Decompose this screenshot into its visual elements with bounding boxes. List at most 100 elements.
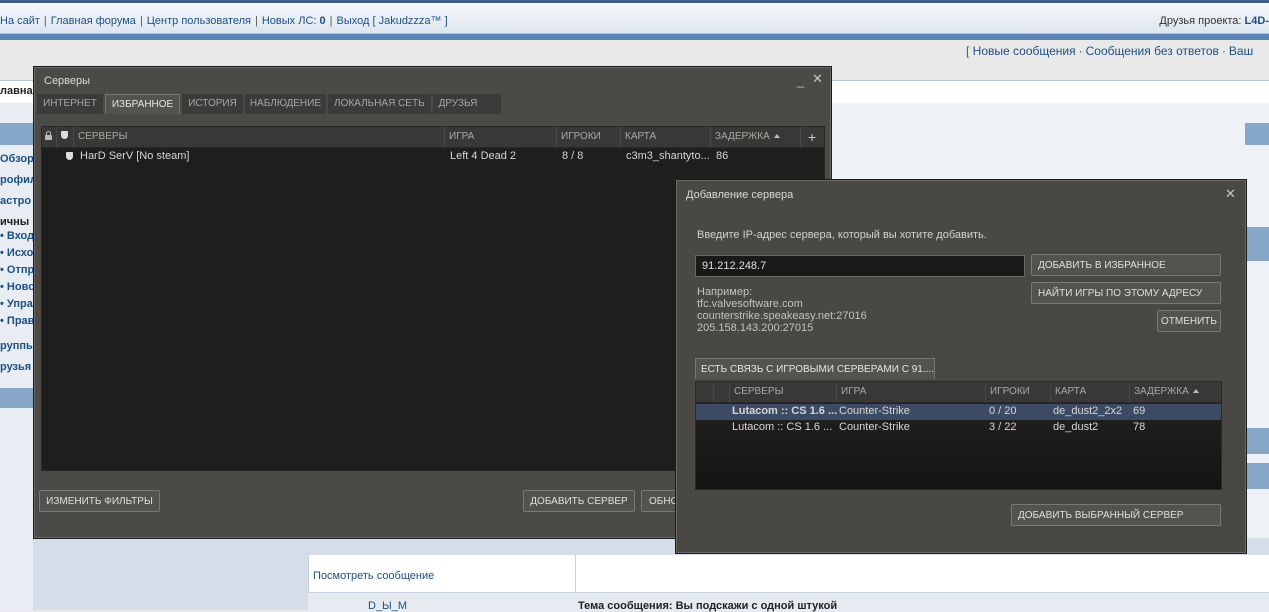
link-view-message[interactable]: Посмотреть сообщение xyxy=(313,570,434,582)
col-game[interactable]: ИГРА xyxy=(444,127,556,147)
servers-tabs: ИНТЕРНЕТ ИЗБРАННОЕ ИСТОРИЯ НАБЛЮДЕНИЕ ЛО… xyxy=(37,94,503,114)
friends-label: Друзья проекта: xyxy=(1159,15,1242,27)
list-header: СЕРВЕРЫ ИГРА ИГРОКИ КАРТА ЗАДЕРЖКА + xyxy=(42,127,824,148)
col-map[interactable]: КАРТА xyxy=(1050,382,1129,402)
col-players[interactable]: ИГРОКИ xyxy=(556,127,620,147)
table-row[interactable]: HarD SerV [No steam] Left 4 Dead 2 8 / 8… xyxy=(42,149,824,165)
close-icon[interactable]: ✕ xyxy=(1225,186,1236,202)
found-servers-list: СЕРВЕРЫ ИГРА ИГРОКИ КАРТА ЗАДЕРЖКА Lutac… xyxy=(695,381,1222,490)
tab-lan[interactable]: ЛОКАЛЬНАЯ СЕТЬ xyxy=(328,94,431,114)
shield-icon[interactable] xyxy=(56,127,72,147)
sidebar-item-profile[interactable]: рофил xyxy=(0,174,37,186)
tab-internet[interactable]: ИНТЕРНЕТ xyxy=(37,94,103,114)
sidebar-item-overview[interactable]: Обзор xyxy=(0,153,34,165)
server-game: Left 4 Dead 2 xyxy=(450,150,517,162)
server-players: 0 / 20 xyxy=(989,405,1017,417)
sort-asc-icon xyxy=(1192,389,1199,393)
link-new-pm[interactable]: Новых ЛС: xyxy=(262,15,317,27)
server-map: de_dust2 xyxy=(1053,421,1099,433)
server-players: 3 / 22 xyxy=(989,421,1017,433)
right-header-4 xyxy=(1245,463,1269,489)
example-1: tfc.valvesoftware.com xyxy=(697,298,803,310)
change-filters-button[interactable]: ИЗМЕНИТЬ ФИЛЬТРЫ xyxy=(39,490,160,512)
add-dialog-title: Добавление сервера xyxy=(686,189,794,201)
server-name: HarD SerV [No steam] xyxy=(80,150,190,162)
sidebar-item-settings[interactable]: астро xyxy=(0,195,31,207)
tab-history[interactable]: ИСТОРИЯ xyxy=(182,94,243,114)
col-servers[interactable]: СЕРВЕРЫ xyxy=(73,127,443,147)
examples-label: Например: xyxy=(697,286,753,298)
server-map: de_dust2_2x2 xyxy=(1053,405,1123,417)
server-game: Counter-Strike xyxy=(839,421,910,433)
col-players[interactable]: ИГРОКИ xyxy=(985,382,1050,402)
forum-nav-label[interactable]: лавна xyxy=(0,85,33,97)
ip-address-input[interactable]: 91.212.248.7 xyxy=(695,255,1025,277)
forum-header-bar: На сайт | Главная форума | Центр пользовател… xyxy=(0,3,1269,34)
table-row[interactable]: Lutacom :: CS 1.6 ... Counter-Strike 3 /… xyxy=(696,420,1221,436)
forum-blue-bar xyxy=(0,34,1269,40)
close-icon[interactable]: ✕ xyxy=(812,71,823,87)
right-header-3 xyxy=(1245,428,1269,454)
col-game[interactable]: ИГРА xyxy=(836,382,985,402)
sidebar-item-groups[interactable]: руппы xyxy=(0,340,35,352)
server-game: Counter-Strike xyxy=(839,405,910,417)
col-latency[interactable]: ЗАДЕРЖКА xyxy=(710,127,800,147)
col-shield[interactable] xyxy=(713,382,729,402)
col-map[interactable]: КАРТА xyxy=(620,127,710,147)
forum-friends: Друзья проекта: L4D- xyxy=(1159,15,1269,27)
cancel-button[interactable]: ОТМЕНИТЬ xyxy=(1157,310,1221,332)
tab-friends[interactable]: ДРУЗЬЯ xyxy=(432,94,501,114)
sidebar-item-inbox[interactable]: • Вход xyxy=(0,230,34,242)
sidebar-item-manage[interactable]: • Упра xyxy=(0,298,33,310)
tab-spectate[interactable]: НАБЛЮДЕНИЕ xyxy=(244,94,327,114)
col-servers[interactable]: СЕРВЕРЫ xyxy=(729,382,836,402)
col-lock[interactable] xyxy=(696,382,713,402)
server-latency: 86 xyxy=(716,150,729,162)
example-2: counterstrike.speakeasy.net:27016 xyxy=(697,310,867,322)
server-latency: 78 xyxy=(1133,421,1146,433)
forum-sidebar: Обзор рофил астро ичны • Вход • Исхо • О… xyxy=(0,103,37,610)
forum-new-messages-links: [ Новые сообщения · Сообщения без ответов ·… xyxy=(966,44,1254,58)
sidebar-header-2 xyxy=(0,388,33,408)
server-map: c3m3_shantyto... xyxy=(626,150,710,162)
link-new-messages[interactable]: Новые сообщения xyxy=(973,44,1076,58)
add-server-button[interactable]: ДОБАВИТЬ СЕРВЕР xyxy=(523,490,635,512)
sidebar-item-sent[interactable]: • Отпр xyxy=(0,264,34,276)
tab-favorites[interactable]: ИЗБРАННОЕ xyxy=(104,94,181,114)
sidebar-item-outbox[interactable]: • Исхо xyxy=(0,247,33,259)
example-3: 205.158.143.200:27015 xyxy=(697,322,814,334)
link-site[interactable]: На сайт xyxy=(0,15,40,27)
post-subject: Тема сообщения: Вы подскажи с одной штук… xyxy=(578,600,838,612)
add-dialog-prompt: Введите IP-адрес сервера, который вы хот… xyxy=(697,229,987,241)
sidebar-item-friends[interactable]: рузья xyxy=(0,361,31,373)
servers-window-title: Серверы xyxy=(44,75,91,87)
add-to-favorites-button[interactable]: ДОБАВИТЬ В ИЗБРАННОЕ xyxy=(1031,254,1221,276)
found-list-header: СЕРВЕРЫ ИГРА ИГРОКИ КАРТА ЗАДЕРЖКА xyxy=(696,382,1221,403)
post-author[interactable]: D_Ы_M xyxy=(368,600,407,612)
minimize-icon[interactable]: _ xyxy=(797,73,804,88)
add-selected-server-button[interactable]: ДОБАВИТЬ ВЫБРАННЫЙ СЕРВЕР xyxy=(1011,504,1221,526)
col-latency[interactable]: ЗАДЕРЖКА xyxy=(1129,382,1221,402)
forum-top-links: На сайт | Главная форума | Центр пользовател… xyxy=(0,15,448,27)
server-name: Lutacom :: CS 1.6 ... xyxy=(732,421,833,433)
sidebar-item-rules[interactable]: • Прав xyxy=(0,315,34,327)
server-protected-icon xyxy=(66,151,73,163)
sidebar-item-new[interactable]: • Ново xyxy=(0,281,35,293)
tab-connected-servers[interactable]: ЕСТЬ СВЯЗЬ С ИГРОВЫМИ СЕРВЕРАМИ С 91.... xyxy=(695,358,935,379)
link-logout[interactable]: Выход [ Jakudzzza™ ] xyxy=(337,15,448,27)
right-header-1 xyxy=(1245,123,1269,145)
add-column-icon[interactable]: + xyxy=(800,127,824,147)
new-pm-count: 0 xyxy=(319,15,326,27)
sidebar-item-personal: ичны xyxy=(0,216,30,228)
link-unanswered[interactable]: Сообщения без ответов xyxy=(1086,44,1219,58)
server-name: Lutacom :: CS 1.6 ... xyxy=(732,405,838,417)
friends-link[interactable]: L4D- xyxy=(1245,15,1269,27)
table-row[interactable]: Lutacom :: CS 1.6 ... Counter-Strike 0 /… xyxy=(696,404,1221,420)
lock-icon[interactable] xyxy=(42,127,55,147)
link-user-center[interactable]: Центр пользователя xyxy=(147,15,251,27)
right-header-2 xyxy=(1245,227,1269,261)
link-your[interactable]: Ваш xyxy=(1229,44,1253,58)
server-latency: 69 xyxy=(1133,405,1146,417)
link-forum-home[interactable]: Главная форума xyxy=(51,15,136,27)
find-games-button[interactable]: НАЙТИ ИГРЫ ПО ЭТОМУ АДРЕСУ xyxy=(1031,282,1221,304)
